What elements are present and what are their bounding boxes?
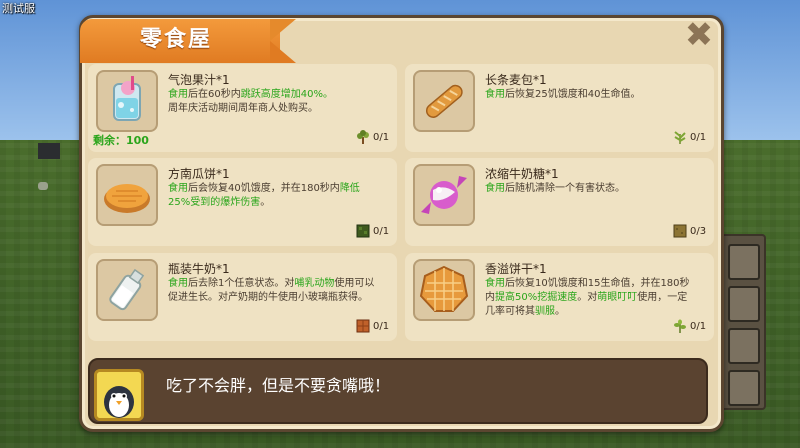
desc-highlight: 食用 [168, 183, 188, 194]
hotbar[interactable] [718, 234, 766, 410]
debug-server-label: 测试服 [2, 2, 35, 15]
waffle-cookie-icon [413, 259, 475, 321]
stock-remaining: 剩余：100 [93, 134, 149, 147]
leafy-plant-icon [674, 131, 686, 144]
desc-text: 后在60秒内 [188, 89, 241, 100]
baguette-icon [413, 70, 475, 132]
pumpkin-pie-icon [96, 164, 158, 226]
close-button[interactable]: ✖ [682, 18, 716, 54]
desc-highlight: 食用 [485, 89, 505, 100]
item-name: 浓缩牛奶糖*1 [485, 167, 559, 181]
desc-text: 。对 [577, 292, 598, 303]
item-name: 香溢饼干*1 [485, 262, 547, 276]
penguin-avatar-icon [94, 369, 144, 421]
desc-text: 。 [555, 306, 565, 317]
hotbar-slot[interactable] [728, 370, 760, 406]
desc-highlight: 食用 [485, 278, 505, 289]
herb-sprig-icon [674, 319, 686, 333]
item-description: 食用后随机清除一个有害状态。 [485, 182, 695, 196]
desc-highlight: 驯服 [535, 306, 555, 317]
desc-text: 后恢复25饥饿度和40生命值。 [505, 89, 641, 100]
desc-text: 后去除1个任意状态。对 [188, 278, 295, 289]
item-description: 食用后去除1个任意状态。对哺乳动物使用可以促进生长。对产奶期的牛使用小玻璃瓶获得… [168, 277, 378, 305]
distant-object [38, 182, 48, 190]
hotbar-slot[interactable] [728, 244, 760, 280]
shop-item-card[interactable]: 气泡果汁*1 食用后在60秒内跳跃高度增加40%。周年庆活动期间周年商人处购买。… [88, 64, 397, 152]
hotbar-slot[interactable] [728, 328, 760, 364]
desc-text: 周年庆活动期间周年商人处购买。 [168, 103, 318, 114]
cost-count: 0/1 [373, 321, 390, 332]
item-description: 食用后在60秒内跳跃高度增加40%。周年庆活动期间周年商人处购买。 [168, 88, 378, 116]
dark-grass-block-icon [356, 224, 370, 238]
bubble-juice-icon [96, 70, 158, 132]
item-name: 方南瓜饼*1 [168, 167, 230, 181]
desc-text: 后随机清除一个有害状态。 [505, 183, 625, 194]
cost-count: 0/1 [373, 226, 390, 237]
item-name: 瓶装牛奶*1 [168, 262, 230, 276]
milk-bottle-icon [96, 259, 158, 321]
hotbar-slot[interactable] [728, 286, 760, 322]
desc-highlight: 食用 [168, 278, 188, 289]
item-description: 食用后恢复25饥饿度和40生命值。 [485, 88, 695, 102]
desc-highlight: 食用 [168, 89, 188, 100]
item-name: 气泡果汁*1 [168, 73, 230, 87]
item-description: 食用后会恢复40饥饿度，并在180秒内降低25%受到的爆炸伤害。 [168, 182, 378, 210]
item-name: 长条麦包*1 [485, 73, 547, 87]
panel-title: 零食屋 [140, 27, 213, 52]
ribbon-tail [270, 19, 296, 63]
shop-item-card[interactable]: 方南瓜饼*1 食用后会恢复40饥饿度，并在180秒内降低25%受到的爆炸伤害。 … [88, 158, 397, 246]
desc-highlight: 萌眼叮叮 [597, 292, 638, 303]
desc-highlight: 哺乳动物 [294, 278, 335, 289]
tree-sapling-icon [357, 130, 369, 144]
shop-item-card[interactable]: 长条麦包*1 食用后恢复25饥饿度和40生命值。 0/1 [405, 64, 714, 152]
desc-highlight: 提高50%挖掘速度 [495, 292, 578, 303]
cost-count: 0/3 [690, 226, 707, 237]
dialogue-text: 吃了不会胖，但是不要贪嘴哦！ [166, 376, 391, 395]
shop-item-card[interactable]: 瓶装牛奶*1 食用后去除1个任意状态。对哺乳动物使用可以促进生长。对产奶期的牛使… [88, 253, 397, 341]
desc-highlight: 食用 [485, 183, 505, 194]
cost-count: 0/1 [373, 132, 390, 143]
milk-candy-icon [413, 164, 475, 226]
shop-item-card[interactable]: 香溢饼干*1 食用后恢复10饥饿度和15生命值，并在180秒内提高50%挖掘速度… [405, 253, 714, 341]
item-description: 食用后恢复10饥饿度和15生命值，并在180秒内提高50%挖掘速度。对萌眼叮叮使… [485, 277, 695, 319]
stone-block [38, 143, 60, 159]
dirt-block-icon [673, 224, 687, 238]
cost-count: 0/1 [690, 132, 707, 143]
shop-item-card[interactable]: 浓缩牛奶糖*1 食用后随机清除一个有害状态。 0/3 [405, 158, 714, 246]
desc-text: 后会恢复40饥饿度，并在180秒内 [188, 183, 340, 194]
desc-highlight: 跳跃高度增加40%。 [240, 89, 333, 100]
cost-count: 0/1 [690, 321, 707, 332]
crate-block-icon [356, 319, 370, 333]
desc-text: 。 [260, 197, 271, 208]
